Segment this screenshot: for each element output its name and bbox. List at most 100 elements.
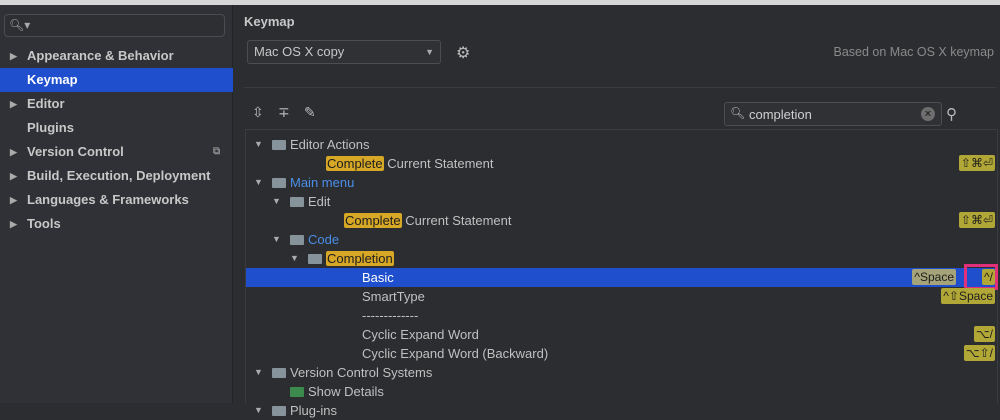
search-highlight: Completion	[326, 251, 394, 266]
sidebar-item-editor[interactable]: ▶ Editor	[0, 92, 233, 116]
tree-row-label: Cyclic Expand Word (Backward)	[362, 344, 548, 363]
tree-row[interactable]: ▼ Version Control Systems	[246, 363, 998, 382]
tree-row-text: Current Statement	[383, 156, 494, 171]
tree-row[interactable]: ▼ Plug-ins	[246, 401, 998, 420]
folder-icon	[272, 178, 286, 188]
sidebar-item-label: Keymap	[27, 72, 78, 87]
tree-row-text: Main menu	[290, 175, 355, 190]
keymap-panel: Keymap Mac OS X copy ▼ ⚙ Based on Mac OS …	[234, 5, 1000, 418]
settings-sidebar: 🔍︎▾ ▶ Appearance & Behavior Keymap ▶ Edito…	[0, 5, 233, 403]
tree-row-text: Cyclic Expand Word (Backward)	[362, 346, 549, 361]
expand-all-icon[interactable]: ⇳	[252, 104, 264, 121]
sidebar-item-languages[interactable]: ▶ Languages & Frameworks	[0, 188, 233, 212]
tree-row-label: Version Control Systems	[290, 363, 432, 382]
tree-row[interactable]: Cyclic Expand Word (Backward) ⌥⇧/	[246, 344, 998, 363]
tree-row-label: Editor Actions	[290, 135, 370, 154]
expand-arrow-icon[interactable]: ▼	[272, 230, 281, 249]
tree-row[interactable]: Show Details	[246, 382, 998, 401]
folder-icon	[290, 235, 304, 245]
tree-row-text: SmartType	[362, 289, 425, 304]
sidebar-item-keymap[interactable]: Keymap	[0, 68, 233, 92]
tree-row-text: Editor Actions	[290, 137, 370, 152]
tree-row-text: Basic	[362, 270, 394, 285]
tree-row[interactable]: -------------	[246, 306, 998, 325]
expand-arrow-icon[interactable]: ▼	[254, 363, 263, 382]
tree-row-label: Main menu	[290, 173, 354, 192]
search-highlight: Complete	[344, 213, 402, 228]
shortcut-badge: ^Space	[912, 269, 956, 285]
tree-row[interactable]: SmartType ^⇧Space	[246, 287, 998, 306]
search-icon: 🔍︎	[730, 106, 746, 120]
expand-arrow-icon: ▶	[10, 195, 17, 205]
tree-row-label: Basic	[362, 268, 394, 287]
keymap-select[interactable]: Mac OS X copy ▼	[247, 40, 441, 64]
sidebar-item-label: Build, Execution, Deployment	[27, 168, 211, 183]
tree-row[interactable]: ▼ Main menu	[246, 173, 998, 192]
expand-arrow-icon[interactable]: ▼	[254, 401, 263, 420]
gear-icon[interactable]: ⚙	[456, 43, 470, 63]
tree-row-label: Completion	[326, 249, 394, 268]
tree-row[interactable]: Cyclic Expand Word ⌥/	[246, 325, 998, 344]
expand-arrow-icon[interactable]: ▼	[290, 249, 299, 268]
collapse-all-icon[interactable]: ∓	[278, 104, 290, 121]
expand-arrow-icon[interactable]: ▼	[254, 173, 263, 192]
expand-arrow-icon: ▶	[10, 171, 17, 181]
tree-row[interactable]: Complete Current Statement ⇧⌘⏎	[246, 211, 998, 230]
based-on-label: Based on Mac OS X keymap	[833, 45, 995, 59]
keymap-search-input[interactable]: 🔍︎ completion ×	[724, 102, 942, 126]
search-highlight: Complete	[326, 156, 384, 171]
sidebar-item-label: Languages & Frameworks	[27, 192, 189, 207]
tree-row-label: Edit	[308, 192, 330, 211]
folder-icon	[290, 197, 304, 207]
sidebar-item-appearance[interactable]: ▶ Appearance & Behavior	[0, 44, 233, 68]
tree-row[interactable]: ▼ Completion	[246, 249, 998, 268]
shortcut-badge: ^⇧Space	[941, 288, 995, 304]
find-by-shortcut-icon[interactable]: ⚲	[946, 105, 957, 123]
tree-row-label: SmartType	[362, 287, 425, 306]
expand-arrow-icon[interactable]: ▼	[272, 192, 281, 211]
chevron-down-icon: ▼	[425, 47, 434, 57]
settings-search-input[interactable]: 🔍︎▾	[4, 14, 225, 37]
tree-row[interactable]: Complete Current Statement ⇧⌘⏎	[246, 154, 998, 173]
sidebar-item-tools[interactable]: ▶ Tools	[0, 212, 233, 236]
tree-row-label: Show Details	[308, 382, 384, 401]
expand-arrow-icon: ▶	[10, 147, 17, 157]
tree-row-label: Cyclic Expand Word	[362, 325, 479, 344]
keymap-tree: ▼ Editor Actions Complete Current Statemen…	[245, 129, 998, 418]
project-scope-icon: ⧉	[213, 146, 221, 157]
sidebar-item-label: Editor	[27, 96, 65, 111]
sidebar-item-build[interactable]: ▶ Build, Execution, Deployment	[0, 164, 233, 188]
expand-arrow-icon: ▶	[10, 219, 17, 229]
sidebar-item-label: Appearance & Behavior	[27, 48, 174, 63]
expand-arrow-icon[interactable]: ▼	[254, 135, 263, 154]
tree-row[interactable]: Basic ^/^Space	[246, 264, 998, 290]
tree-row-label: -------------	[362, 306, 418, 325]
tree-row-text: Show Details	[308, 384, 384, 399]
tree-row-text: Plug-ins	[290, 403, 337, 418]
keymap-select-value: Mac OS X copy	[254, 44, 345, 59]
divider	[244, 87, 996, 88]
folder-icon	[272, 368, 286, 378]
tree-row[interactable]: ▼ Edit	[246, 192, 998, 211]
tree-row-text: Code	[308, 232, 340, 247]
folder-icon	[308, 254, 322, 264]
tree-row-text: -------------	[362, 308, 419, 323]
tree-row-label: Code	[308, 230, 339, 249]
sidebar-item-plugins[interactable]: Plugins	[0, 116, 233, 140]
action-icon	[290, 387, 304, 397]
sidebar-item-label: Tools	[27, 216, 61, 231]
expand-arrow-icon: ▶	[10, 99, 17, 109]
sidebar-item-version-control[interactable]: ▶ Version Control ⧉	[0, 140, 233, 164]
tree-row[interactable]: ▼ Editor Actions	[246, 135, 998, 154]
search-value: completion	[749, 107, 812, 122]
tree-row-text: Cyclic Expand Word	[362, 327, 479, 342]
page-title: Keymap	[244, 14, 295, 29]
tree-row-text: Version Control Systems	[290, 365, 433, 380]
tree-row-text: Current Statement	[401, 213, 512, 228]
clear-search-icon[interactable]: ×	[921, 107, 935, 121]
sidebar-item-label: Version Control	[27, 144, 124, 159]
edit-pencil-icon[interactable]: ✎	[304, 104, 316, 121]
shortcut-badge: ⌥⇧/	[963, 345, 995, 361]
folder-icon	[272, 140, 286, 150]
tree-row[interactable]: ▼ Code	[246, 230, 998, 249]
